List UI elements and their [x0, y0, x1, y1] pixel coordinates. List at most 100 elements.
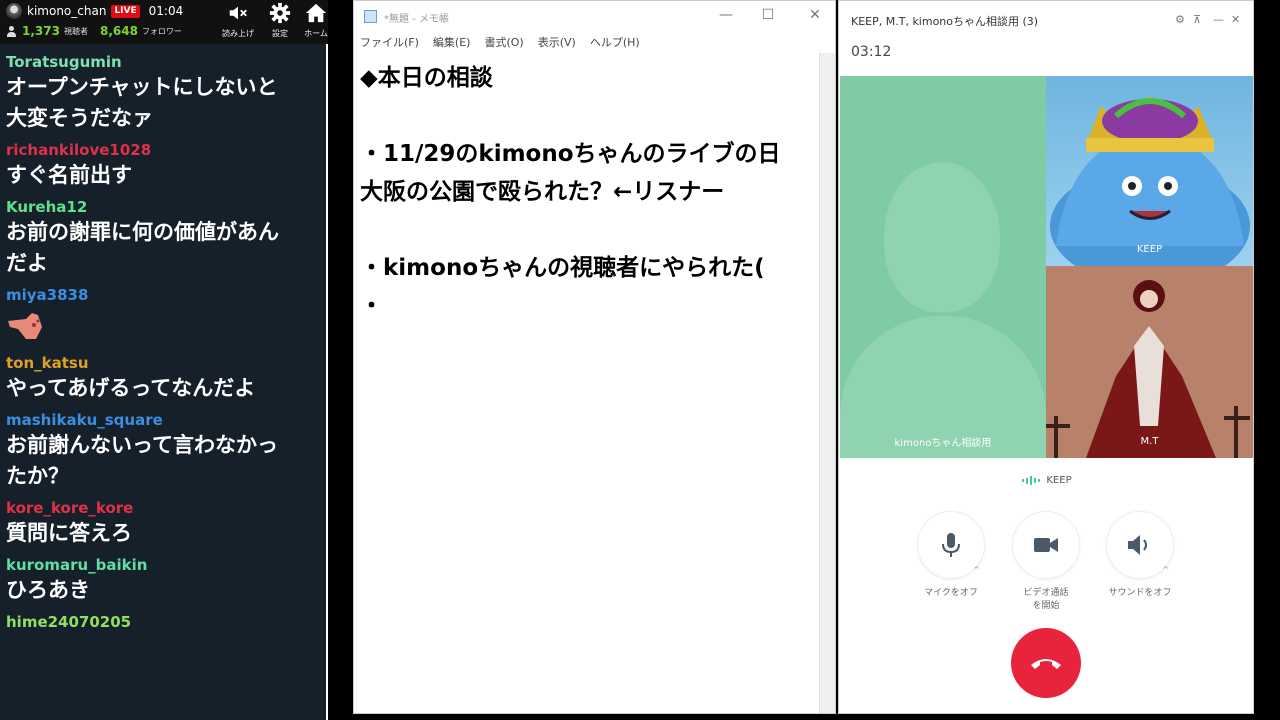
follower-count: 8,648: [99, 24, 138, 38]
chat-message: Toratsugumin オープンチャットにしないと 大変そうだなァ: [0, 52, 328, 134]
chat-username[interactable]: Kureha12: [6, 197, 322, 217]
speaker-icon: [1128, 535, 1147, 555]
chat-text: ひろあき: [6, 578, 90, 602]
chevron-up-icon[interactable]: ^: [973, 565, 980, 574]
chat-message: miya3838: [0, 285, 328, 347]
settings-icon[interactable]: ⚙: [1175, 13, 1185, 26]
viewers-icon: [6, 25, 18, 37]
screen: kimono_chan LIVE 01:04 1,373 視聴者 8,648 フ…: [0, 0, 1280, 720]
home-button[interactable]: ホーム: [296, 2, 328, 42]
viewer-count: 1,373: [22, 24, 60, 38]
chat-message: Kureha12 お前の謝罪に何の価値があん だよ: [0, 197, 328, 279]
avatar[interactable]: [6, 3, 22, 19]
menu-help[interactable]: ヘルプ(H): [590, 34, 640, 50]
notepad-titlebar[interactable]: *無題 - メモ帳 — ☐ ✕: [354, 1, 835, 31]
slime-king-avatar-icon: [1050, 96, 1250, 266]
minimize-button[interactable]: —: [716, 7, 736, 23]
close-button[interactable]: ✕: [805, 7, 825, 23]
chat-username[interactable]: miya3838: [6, 285, 322, 305]
notepad-title: *無題 - メモ帳: [384, 14, 449, 25]
settings-button[interactable]: 設定: [260, 2, 300, 42]
avatar-silhouette-icon: [884, 162, 1000, 312]
chat-username[interactable]: richankilove1028: [6, 140, 322, 160]
participant-tile[interactable]: M.T: [1046, 266, 1253, 458]
notepad-icon: [364, 10, 377, 23]
chat-message-list[interactable]: Toratsugumin オープンチャットにしないと 大変そうだなァ richa…: [0, 52, 328, 638]
participant-name: kimonoちゃん相談用: [894, 438, 992, 449]
chat-message: kuromaru_baikin ひろあき: [0, 555, 328, 606]
elapsed-time: 01:04: [148, 4, 184, 18]
chat-text: オープンチャットにしないと: [6, 75, 278, 99]
speaking-indicator: KEEP: [839, 475, 1255, 486]
chat-text: すぐ名前出す: [6, 163, 132, 187]
call-title: KEEP, M.T, kimonoちゃん相談用 (3): [851, 15, 1039, 28]
background-strip: [1254, 0, 1280, 720]
mic-toggle-label: マイクをオフ: [924, 588, 978, 598]
video-call-button[interactable]: ビデオ通話を開始: [1011, 511, 1081, 613]
follower-label: フォロワー: [141, 26, 182, 36]
live-badge: LIVE: [111, 4, 140, 18]
chat-message: richankilove1028 すぐ名前出す: [0, 140, 328, 191]
chat-username[interactable]: Toratsugumin: [6, 52, 322, 72]
notepad-text-area[interactable]: ◆本日の相談 ・11/29のkimonoちゃんのライブの日 大阪の公園で殴られた…: [354, 53, 820, 713]
video-call-label: ビデオ通話を開始: [1023, 588, 1069, 611]
speaking-name: KEEP: [1046, 475, 1072, 486]
chat-username[interactable]: ton_katsu: [6, 353, 322, 373]
close-button[interactable]: ✕: [1231, 13, 1240, 26]
sound-toggle-button[interactable]: ^ サウンドをオフ: [1105, 511, 1175, 600]
dress-character-avatar-icon: [1046, 266, 1253, 458]
read-aloud-label: 読み上げ: [222, 29, 254, 38]
mic-toggle-button[interactable]: ^ マイクをオフ: [916, 511, 986, 600]
chat-text: だよ: [6, 251, 48, 275]
pointing-hand-emoji: [8, 313, 42, 339]
text-line: [360, 97, 814, 135]
end-call-button[interactable]: [1011, 628, 1081, 698]
text-line: ・kimonoちゃんの視聴者にやられた(: [360, 255, 765, 281]
home-icon: [305, 3, 327, 23]
participant-tile[interactable]: kimonoちゃん相談用: [840, 76, 1046, 458]
chat-divider: [326, 44, 328, 720]
microphone-icon: [942, 533, 960, 557]
chat-text: たか？: [6, 464, 69, 488]
channel-name[interactable]: kimono_chan: [27, 4, 106, 18]
chat-text: 質問に答えろ: [6, 521, 132, 545]
chat-text: 大変そうだなァ: [6, 106, 153, 130]
participant-name: M.T: [1140, 436, 1159, 447]
chat-username[interactable]: kore_kore_kore: [6, 498, 322, 518]
call-window: KEEP, M.T, kimonoちゃん相談用 (3) ⚙ ⊼ — ✕ 03:1…: [838, 0, 1254, 714]
audio-wave-icon: [1022, 476, 1041, 485]
menu-file[interactable]: ファイル(F): [360, 34, 419, 50]
chat-message: ton_katsu やってあげるってなんだよ: [0, 353, 328, 404]
menu-format[interactable]: 書式(O): [484, 34, 523, 50]
maximize-button[interactable]: ☐: [758, 7, 778, 23]
notepad-menubar: ファイル(F) 編集(E) 書式(O) 表示(V) ヘルプ(H): [354, 31, 835, 53]
notepad-window: *無題 - メモ帳 — ☐ ✕ ファイル(F) 編集(E) 書式(O) 表示(V…: [353, 0, 836, 714]
participant-tile[interactable]: KEEP: [1046, 76, 1253, 266]
chat-message: kore_kore_kore 質問に答えろ: [0, 498, 328, 549]
chat-message: hime24070205: [0, 612, 328, 632]
participant-name: KEEP: [1136, 244, 1163, 255]
phone-hangup-icon: [1031, 659, 1061, 669]
text-line: ・: [360, 293, 383, 319]
chat-text: お前謝んないって言わなかっ: [6, 433, 278, 457]
sound-toggle-label: サウンドをオフ: [1108, 588, 1172, 598]
stream-header: kimono_chan LIVE 01:04 1,373 視聴者 8,648 フ…: [0, 0, 328, 44]
viewer-label: 視聴者: [63, 26, 88, 36]
chevron-up-icon[interactable]: ^: [1162, 565, 1169, 574]
menu-edit[interactable]: 編集(E): [433, 34, 471, 50]
pin-icon[interactable]: ⊼: [1193, 13, 1201, 26]
read-aloud-button[interactable]: 読み上げ: [218, 2, 258, 42]
text-line: 大阪の公園で殴られた？←リスナー: [360, 179, 725, 205]
chat-message: mashikaku_square お前謝んないって言わなかっ たか？: [0, 410, 328, 492]
minimize-button[interactable]: —: [1213, 13, 1224, 26]
settings-label: 設定: [272, 29, 288, 38]
text-line: ◆本日の相談: [360, 65, 493, 91]
chat-username[interactable]: kuromaru_baikin: [6, 555, 322, 575]
text-line: ・11/29のkimonoちゃんのライブの日: [360, 141, 781, 167]
video-camera-icon: [1034, 538, 1058, 552]
menu-view[interactable]: 表示(V): [538, 34, 576, 50]
vertical-scrollbar[interactable]: [819, 53, 835, 713]
call-timer: 03:12: [851, 44, 892, 60]
chat-username[interactable]: mashikaku_square: [6, 410, 322, 430]
chat-username[interactable]: hime24070205: [6, 612, 322, 632]
